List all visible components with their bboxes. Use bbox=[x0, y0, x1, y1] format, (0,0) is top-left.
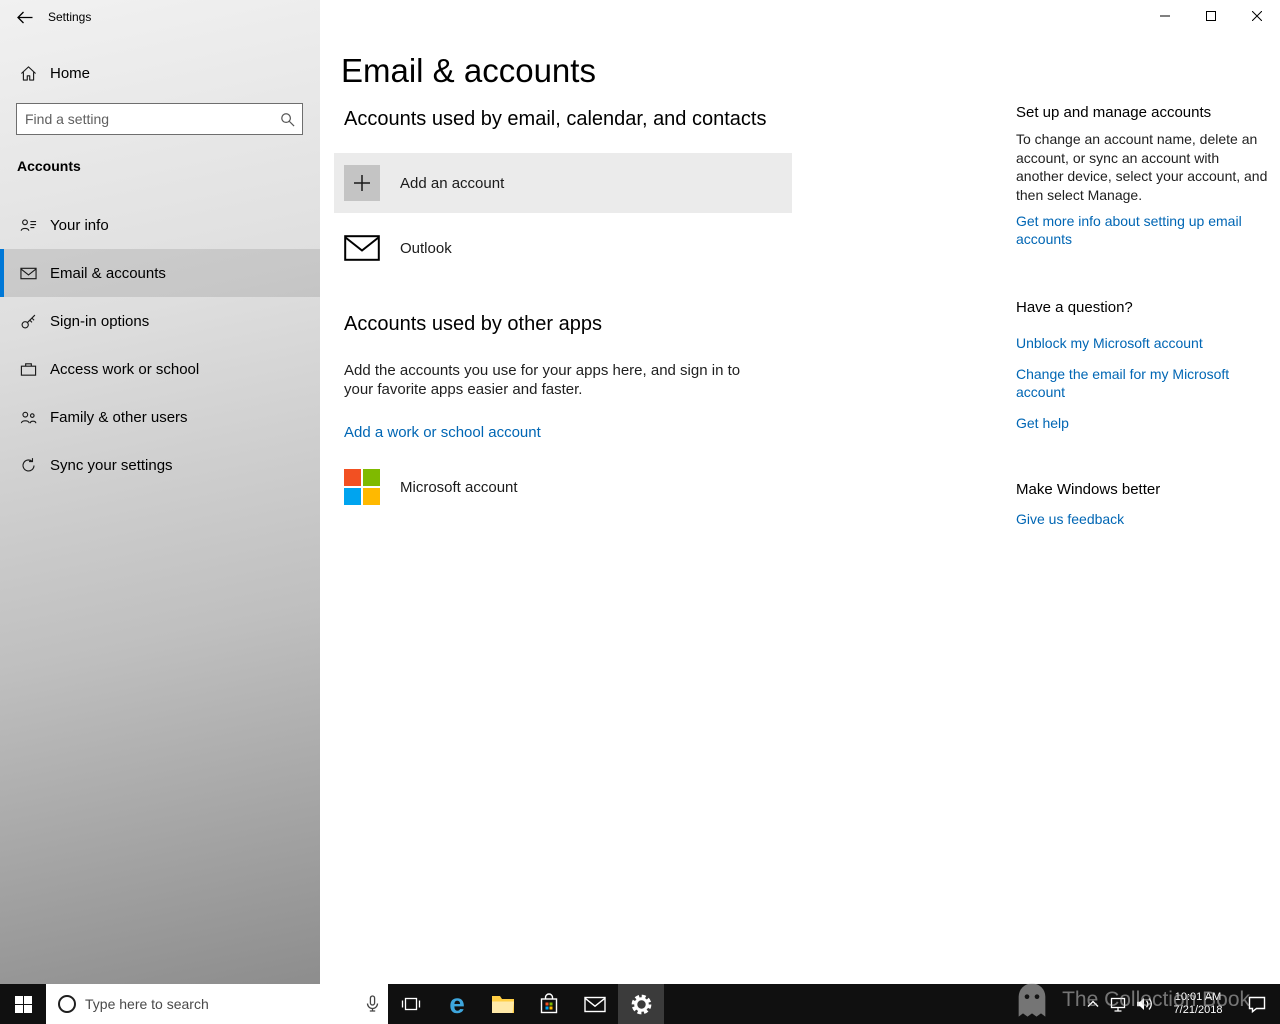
outlook-account-item[interactable]: Outlook bbox=[344, 223, 796, 273]
add-account-label: Add an account bbox=[400, 174, 505, 192]
sidebar-nav: Your info Email & accounts Sign-in optio… bbox=[0, 201, 320, 489]
sidebar-item-sync-settings[interactable]: Sync your settings bbox=[0, 441, 320, 489]
system-tray: 10:01 AM 7/21/2018 bbox=[1080, 984, 1280, 1024]
outlook-label: Outlook bbox=[400, 239, 452, 257]
sidebar-item-home[interactable]: Home bbox=[0, 52, 320, 94]
settings-app-button[interactable] bbox=[618, 984, 664, 1024]
outlook-envelope-icon bbox=[344, 235, 380, 261]
add-work-school-link[interactable]: Add a work or school account bbox=[344, 424, 541, 441]
start-button[interactable] bbox=[0, 984, 46, 1024]
settings-window: Settings Home Accounts Your info Email &… bbox=[0, 0, 1280, 1024]
maximize-icon bbox=[1206, 11, 1216, 21]
feedback-block: Make Windows better Give us feedback bbox=[1016, 481, 1268, 529]
sidebar-section-label: Accounts bbox=[17, 158, 81, 174]
titlebar: Settings bbox=[0, 0, 91, 34]
other-apps-description: Add the accounts you use for your apps h… bbox=[344, 362, 741, 398]
sidebar-item-label: Family & other users bbox=[50, 408, 188, 426]
action-center-button[interactable] bbox=[1238, 984, 1276, 1024]
clock[interactable]: 10:01 AM 7/21/2018 bbox=[1158, 984, 1238, 1024]
sidebar-home-label: Home bbox=[50, 64, 91, 82]
sidebar: Settings Home Accounts Your info Email &… bbox=[0, 0, 320, 984]
network-icon bbox=[1110, 997, 1126, 1012]
microsoft-account-label: Microsoft account bbox=[400, 478, 518, 496]
sync-icon bbox=[22, 457, 35, 471]
close-button[interactable] bbox=[1234, 0, 1280, 32]
microphone-icon[interactable] bbox=[365, 995, 380, 1013]
window-controls bbox=[1142, 0, 1280, 32]
edge-icon: e bbox=[449, 988, 465, 1019]
hidden-icons-button[interactable] bbox=[1080, 984, 1106, 1024]
taskbar-search-input[interactable] bbox=[85, 996, 356, 1012]
settings-search-input[interactable] bbox=[17, 104, 272, 134]
search-icon[interactable] bbox=[272, 112, 302, 127]
minimize-icon bbox=[1160, 15, 1170, 17]
edge-button[interactable]: e bbox=[434, 984, 480, 1024]
question-block: Have a question? Unblock my Microsoft ac… bbox=[1016, 299, 1268, 433]
store-bag-icon bbox=[540, 993, 558, 1014]
back-button[interactable] bbox=[0, 0, 48, 34]
setup-info-link[interactable]: Get more info about setting up email acc… bbox=[1016, 212, 1268, 248]
clock-time: 10:01 AM bbox=[1174, 991, 1222, 1003]
main-content: Email & accounts Accounts used by email,… bbox=[320, 0, 1280, 984]
close-icon bbox=[1252, 11, 1262, 21]
task-view-button[interactable] bbox=[388, 984, 434, 1024]
microsoft-logo-icon bbox=[344, 469, 380, 505]
setup-body: To change an account name, delete an acc… bbox=[1016, 131, 1268, 203]
taskbar: e 10:01 AM 7/21/2018 bbox=[0, 984, 1280, 1024]
cortana-icon bbox=[58, 995, 76, 1013]
volume-icon bbox=[1137, 998, 1152, 1010]
get-help-link[interactable]: Get help bbox=[1016, 414, 1069, 432]
unblock-account-link[interactable]: Unblock my Microsoft account bbox=[1016, 334, 1203, 352]
user-info-icon bbox=[20, 218, 37, 231]
question-heading: Have a question? bbox=[1016, 299, 1133, 316]
briefcase-icon bbox=[20, 362, 37, 376]
network-button[interactable] bbox=[1106, 984, 1132, 1024]
sidebar-item-access-work-school[interactable]: Access work or school bbox=[0, 345, 320, 393]
sidebar-item-label: Your info bbox=[50, 216, 109, 234]
file-explorer-button[interactable] bbox=[480, 984, 526, 1024]
sidebar-item-your-info[interactable]: Your info bbox=[0, 201, 320, 249]
home-icon bbox=[21, 65, 36, 81]
chevron-up-icon bbox=[1087, 1000, 1099, 1007]
microsoft-account-item[interactable]: Microsoft account bbox=[344, 469, 796, 505]
sidebar-item-sign-in-options[interactable]: Sign-in options bbox=[0, 297, 320, 345]
back-arrow-icon bbox=[16, 11, 32, 23]
file-explorer-icon bbox=[492, 995, 514, 1013]
sidebar-item-email-accounts[interactable]: Email & accounts bbox=[0, 249, 320, 297]
setup-block: Set up and manage accounts To change an … bbox=[1016, 104, 1268, 249]
give-feedback-link[interactable]: Give us feedback bbox=[1016, 510, 1124, 528]
taskbar-search-box[interactable] bbox=[46, 984, 388, 1024]
page-title: Email & accounts bbox=[341, 52, 596, 89]
accounts-section: Accounts used by email, calendar, and co… bbox=[334, 108, 796, 505]
plus-icon bbox=[344, 165, 380, 201]
help-panel: Set up and manage accounts To change an … bbox=[1016, 104, 1268, 529]
sidebar-item-label: Access work or school bbox=[50, 360, 200, 378]
minimize-button[interactable] bbox=[1142, 0, 1188, 32]
add-account-button[interactable]: Add an account bbox=[334, 153, 792, 213]
setup-heading: Set up and manage accounts bbox=[1016, 104, 1212, 121]
feedback-heading: Make Windows better bbox=[1016, 481, 1161, 498]
sidebar-item-label: Sync your settings bbox=[50, 456, 173, 474]
clock-date: 7/21/2018 bbox=[1173, 1004, 1223, 1016]
settings-search-box[interactable] bbox=[16, 103, 303, 135]
key-icon bbox=[21, 314, 36, 328]
action-center-icon bbox=[1248, 996, 1266, 1013]
maximize-button[interactable] bbox=[1188, 0, 1234, 32]
mail-app-button[interactable] bbox=[572, 984, 618, 1024]
windows-logo-icon bbox=[14, 995, 32, 1013]
sidebar-item-family-other-users[interactable]: Family & other users bbox=[0, 393, 320, 441]
gear-icon bbox=[631, 994, 651, 1014]
sidebar-item-label: Email & accounts bbox=[50, 264, 166, 282]
mail-icon bbox=[20, 267, 37, 279]
people-icon bbox=[20, 411, 37, 423]
volume-button[interactable] bbox=[1132, 984, 1158, 1024]
store-button[interactable] bbox=[526, 984, 572, 1024]
email-accounts-heading: Accounts used by email, calendar, and co… bbox=[344, 108, 767, 130]
other-apps-heading: Accounts used by other apps bbox=[344, 313, 602, 335]
window-title: Settings bbox=[48, 10, 92, 24]
change-email-link[interactable]: Change the email for my Microsoft accoun… bbox=[1016, 365, 1268, 401]
mail-app-icon bbox=[584, 996, 606, 1012]
sidebar-item-label: Sign-in options bbox=[50, 312, 150, 330]
task-view-icon bbox=[401, 997, 421, 1011]
